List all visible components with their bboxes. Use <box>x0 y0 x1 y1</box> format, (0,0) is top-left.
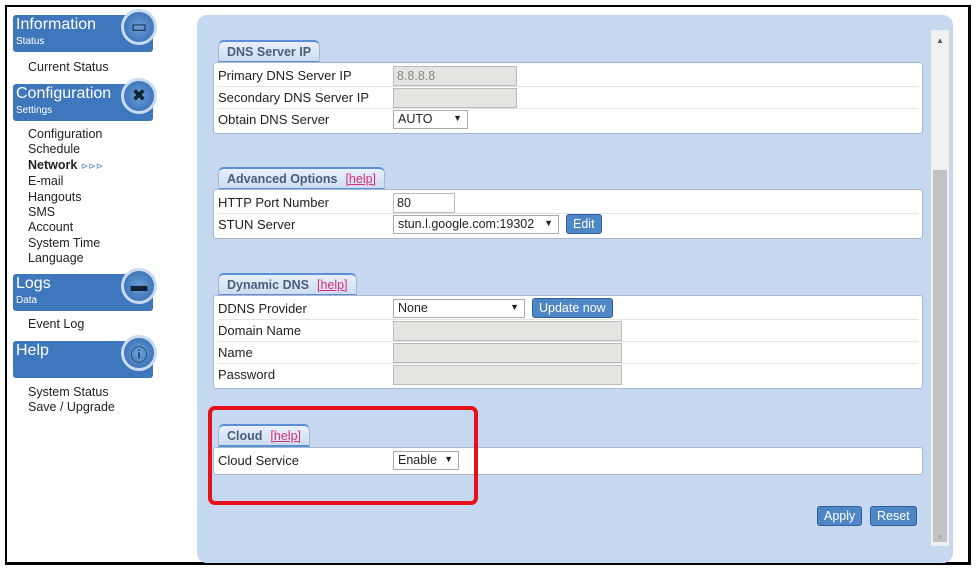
field-label: Name <box>218 345 253 360</box>
sidebar-item-language[interactable]: Language <box>28 251 103 266</box>
apply-button[interactable]: Apply <box>817 506 863 526</box>
help-link[interactable]: [help] <box>317 278 348 292</box>
section-title: Dynamic DNS <box>227 278 309 292</box>
sidebar-group-logs[interactable]: Logs Data ▬ <box>13 268 157 311</box>
edit-button[interactable]: Edit <box>566 214 602 234</box>
stun-server-select[interactable]: stun.l.google.com:19302 ▼ <box>393 215 559 234</box>
dropdown-arrow-icon: ▼ <box>510 302 519 312</box>
sidebar-group-information[interactable]: Information Status ▭ <box>13 9 157 52</box>
update-now-button[interactable]: Update now <box>532 298 613 318</box>
group-title: Help <box>16 342 49 359</box>
sidebar-group-configuration[interactable]: Configuration Settings ✖ <box>13 78 157 121</box>
ddns-provider-select[interactable]: None ▼ <box>393 299 525 318</box>
sidebar-item-save-upgrade[interactable]: Save / Upgrade <box>28 400 115 415</box>
folder-icon: ▬ <box>121 268 157 304</box>
dns-section: Primary DNS Server IP 8.8.8.8 Secondary D… <box>213 62 923 134</box>
advanced-section: HTTP Port Number 80 STUN Server stun.l.goo… <box>213 189 923 239</box>
info-icon: ⓘ <box>121 335 157 371</box>
sidebar-item-hangouts[interactable]: Hangouts <box>28 190 103 205</box>
domain-name-input[interactable] <box>393 321 622 341</box>
sidebar-item-schedule[interactable]: Schedule <box>28 142 103 157</box>
form-row: DDNS Provider None ▼ Update now <box>218 298 918 320</box>
ddns-section: DDNS Provider None ▼ Update now Domain Name… <box>213 295 923 389</box>
field-label: Secondary DNS Server IP <box>218 90 370 105</box>
sidebar-item-label: Network <box>28 157 78 172</box>
sidebar-item-event-log[interactable]: Event Log <box>28 317 84 332</box>
reset-button[interactable]: Reset <box>870 506 917 526</box>
tab-dynamic-dns: Dynamic DNS [help] <box>218 273 357 296</box>
tools-icon: ✖ <box>121 78 157 114</box>
ddns-password-input[interactable] <box>393 365 622 385</box>
http-port-input[interactable]: 80 <box>393 193 455 213</box>
form-row: Obtain DNS Server AUTO ▼ <box>218 109 918 131</box>
tab-dns-server-ip: DNS Server IP <box>218 40 321 63</box>
form-row: Primary DNS Server IP 8.8.8.8 <box>218 65 918 87</box>
active-arrow-icon: ⊳⊳⊳ <box>80 160 104 171</box>
ddns-name-input[interactable] <box>393 343 622 363</box>
primary-dns-input[interactable]: 8.8.8.8 <box>393 66 517 86</box>
obtain-dns-select[interactable]: AUTO ▼ <box>393 110 468 129</box>
group-subtitle: Settings <box>16 105 53 116</box>
group-subtitle: Status <box>16 36 45 47</box>
group-title: Configuration <box>16 85 112 102</box>
secondary-dns-input[interactable] <box>393 88 517 108</box>
section-title: DNS Server IP <box>227 45 312 59</box>
sidebar-item-sms[interactable]: SMS <box>28 205 103 220</box>
field-label: Domain Name <box>218 323 302 338</box>
sidebar-item-configuration[interactable]: Configuration <box>28 127 103 142</box>
form-row: Password <box>218 364 918 386</box>
monitor-icon: ▭ <box>121 9 157 45</box>
dropdown-arrow-icon: ▼ <box>453 113 462 123</box>
select-value: AUTO <box>398 112 433 126</box>
form-row: STUN Server stun.l.google.com:19302 ▼ Edit <box>218 214 918 236</box>
field-label: DDNS Provider <box>218 301 307 316</box>
scrollbar-thumb[interactable] <box>933 170 947 542</box>
tab-advanced-options: Advanced Options [help] <box>218 167 386 190</box>
form-row: HTTP Port Number 80 <box>218 192 918 214</box>
group-subtitle: Data <box>16 295 38 306</box>
highlight-box <box>208 406 478 505</box>
sidebar-list-logs: Event Log <box>28 317 84 332</box>
scroll-down-icon[interactable]: ▼ <box>936 533 944 542</box>
scroll-up-icon[interactable]: ▲ <box>936 36 944 45</box>
form-row: Secondary DNS Server IP <box>218 87 918 109</box>
sidebar-item-network[interactable]: Network ⊳⊳⊳ <box>28 158 103 174</box>
sidebar-list-help: System Status Save / Upgrade <box>28 385 115 416</box>
form-row: Domain Name <box>218 320 918 342</box>
sidebar-item-system-time[interactable]: System Time <box>28 236 103 251</box>
sidebar-group-help[interactable]: Help ⓘ <box>13 335 157 378</box>
sidebar-list-information: Current Status <box>28 60 109 75</box>
field-label: Password <box>218 367 276 382</box>
sidebar-item-system-status[interactable]: System Status <box>28 385 115 400</box>
form-row: Name <box>218 342 918 364</box>
sidebar-item-account[interactable]: Account <box>28 220 103 235</box>
select-value: stun.l.google.com:19302 <box>398 217 535 231</box>
scrollbar[interactable]: ▲ ▼ <box>931 30 949 546</box>
field-label: STUN Server <box>218 217 296 232</box>
field-label: Obtain DNS Server <box>218 112 330 127</box>
field-label: Primary DNS Server IP <box>218 68 352 83</box>
sidebar-item-email[interactable]: E-mail <box>28 174 103 189</box>
field-label: HTTP Port Number <box>218 195 330 210</box>
sidebar-item-current-status[interactable]: Current Status <box>28 60 109 75</box>
select-value: None <box>398 301 428 315</box>
help-link[interactable]: [help] <box>345 172 376 186</box>
sidebar-list-configuration: Configuration Schedule Network ⊳⊳⊳ E-mai… <box>28 127 103 267</box>
section-title: Advanced Options <box>227 172 338 186</box>
group-title: Logs <box>16 275 51 292</box>
dropdown-arrow-icon: ▼ <box>544 218 553 228</box>
group-title: Information <box>16 16 97 33</box>
